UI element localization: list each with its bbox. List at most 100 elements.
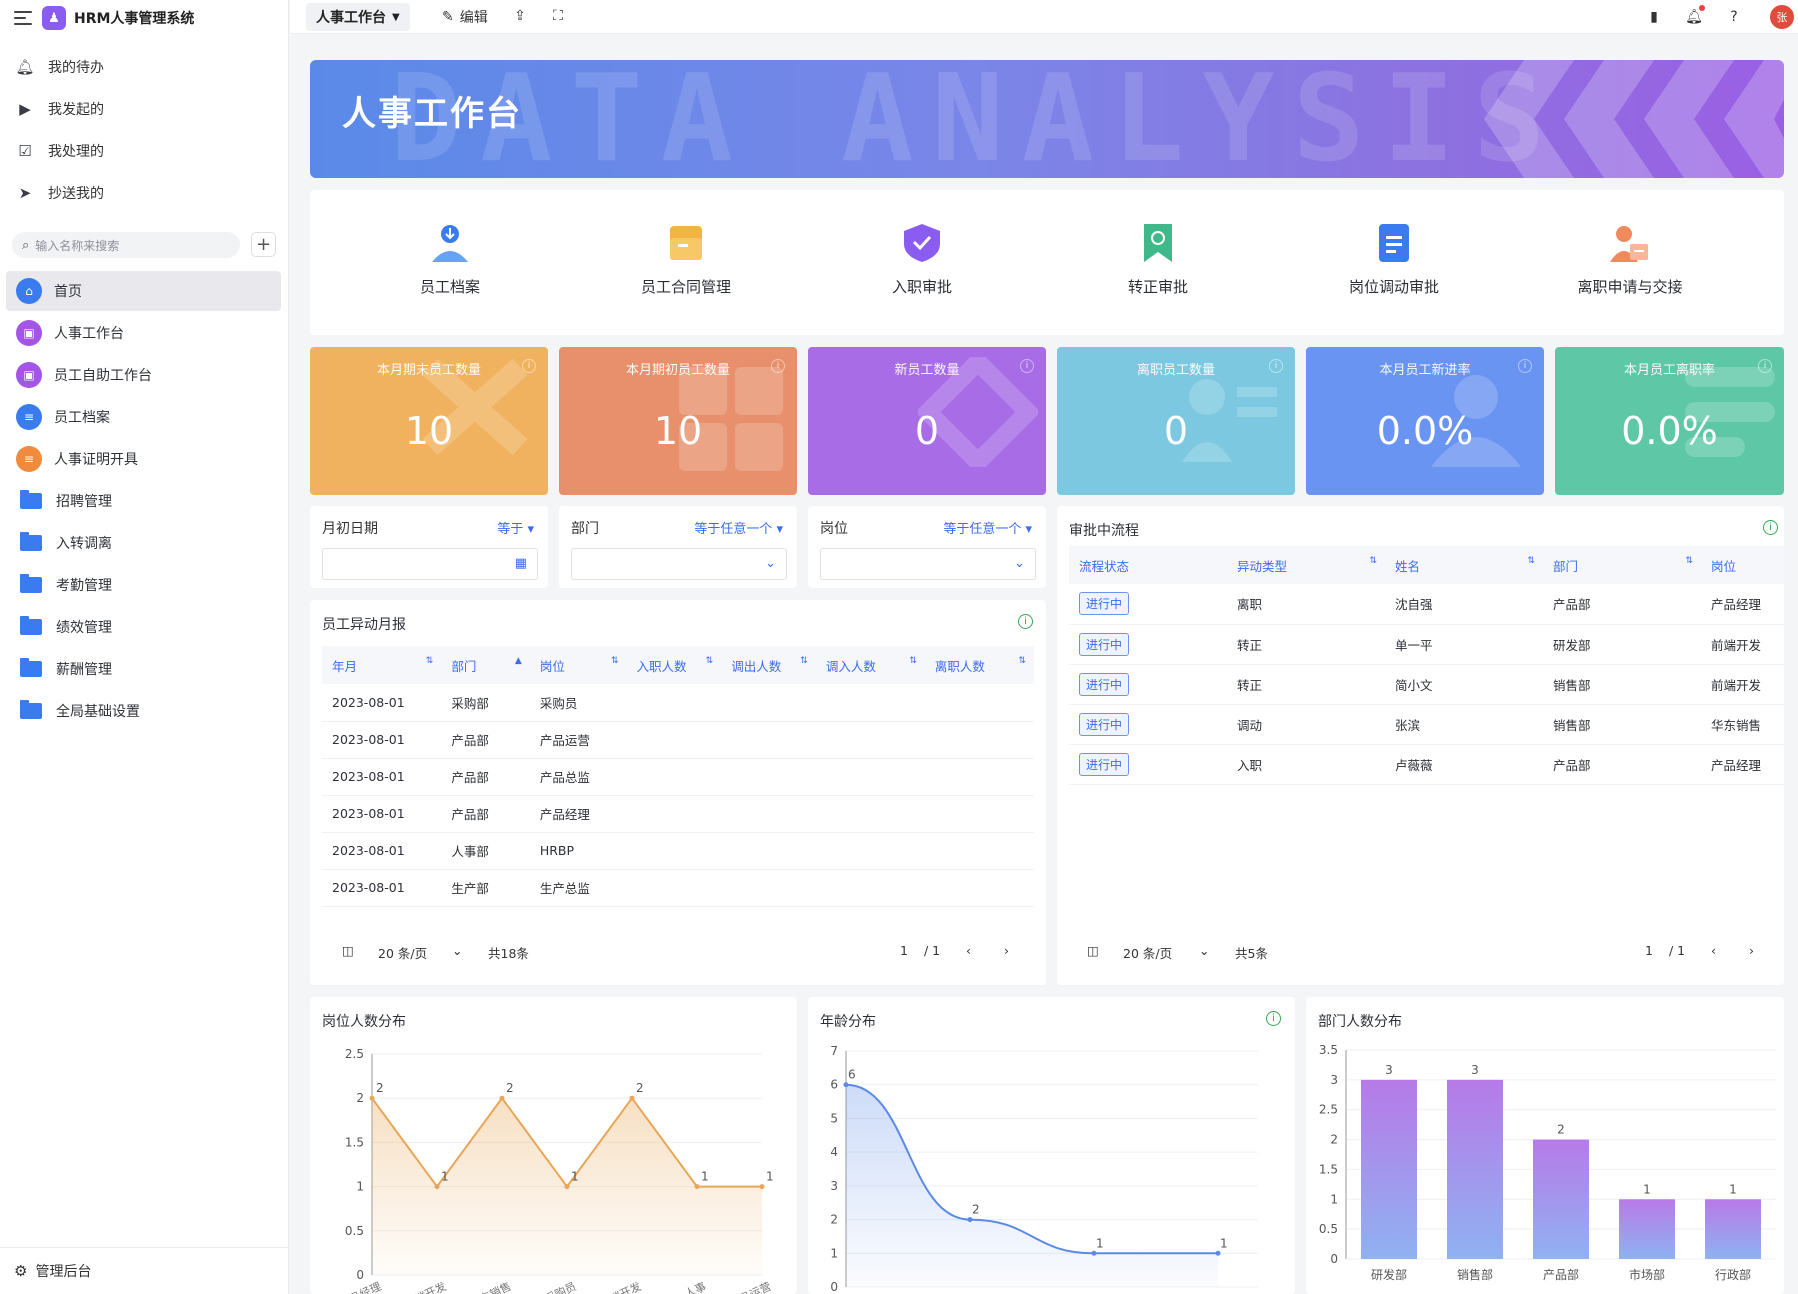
page-current[interactable]: 1	[1645, 943, 1653, 958]
filter-operator[interactable]: 等于任意一个 ▾	[694, 518, 783, 537]
column-header[interactable]: 调出人数 ⇅	[721, 646, 816, 684]
info-icon[interactable]: i	[1518, 359, 1532, 373]
share-icon[interactable]: ⇪	[510, 6, 530, 26]
todo-handled[interactable]: ☑ 我处理的	[16, 134, 104, 168]
column-header[interactable]: 入职人数 ⇅	[626, 646, 722, 684]
department-select[interactable]: ⌄	[571, 548, 787, 580]
page-size-select[interactable]: 20 条/页	[1123, 943, 1172, 962]
table-row[interactable]: 2023-08-01 产品部 产品经理	[322, 795, 1034, 833]
page-current[interactable]: 1	[900, 943, 908, 958]
y-tick-label: 1.5	[345, 1135, 364, 1149]
info-icon[interactable]: i	[771, 359, 785, 373]
book-icon[interactable]: ▮	[1644, 7, 1664, 27]
info-icon[interactable]: i	[1020, 359, 1034, 373]
quick-employee-files[interactable]: 员工档案	[375, 222, 525, 297]
columns-toggle-icon[interactable]: ◫	[342, 943, 354, 958]
admin-link[interactable]: ⚙ 管理后台	[0, 1247, 289, 1294]
info-icon[interactable]: i	[1269, 359, 1283, 373]
folder-icon	[20, 616, 42, 635]
page-size-select[interactable]: 20 条/页	[378, 943, 427, 962]
nav-item-recruit[interactable]: 招聘管理	[6, 481, 281, 521]
prev-page-icon[interactable]: ‹	[1711, 943, 1716, 958]
table-row[interactable]: 2023-08-01 产品部 产品总监	[322, 758, 1034, 796]
todo-mine[interactable]: 🔔︎ 我的待办	[15, 50, 104, 84]
monthly-report-panel: 员工异动月报 i 年月 ⇅ 部门 ▲ 岗位 ⇅ 入职人数 ⇅ 调出人数 ⇅ 调入人数 ⇅ 离…	[310, 600, 1046, 985]
info-icon[interactable]: i	[1758, 359, 1772, 373]
column-header[interactable]: 部门 ⇅	[1543, 546, 1701, 584]
column-header[interactable]: 岗位	[1701, 546, 1784, 584]
quick-regularization-approval[interactable]: 转正审批	[1083, 222, 1233, 297]
nav-item-performance[interactable]: 绩效管理	[6, 607, 281, 647]
column-header[interactable]: 年月 ⇅	[322, 646, 442, 684]
nav-item-salary[interactable]: 薪酬管理	[6, 649, 281, 689]
date-picker-input[interactable]: ▦	[322, 548, 538, 580]
column-header[interactable]: 岗位 ⇅	[529, 646, 627, 684]
nav-item-transfer[interactable]: 入转调离	[6, 523, 281, 563]
menu-toggle-icon[interactable]	[14, 11, 32, 25]
cell-position: 产品经理	[1701, 744, 1784, 785]
prev-page-icon[interactable]: ‹	[966, 943, 971, 958]
next-page-icon[interactable]: ›	[1749, 943, 1754, 958]
banner-background-text: DATA ANALYSIS	[390, 60, 1564, 178]
nav-item-hr-workbench[interactable]: ▣ 人事工作台	[6, 313, 281, 353]
quick-contracts[interactable]: 员工合同管理	[611, 222, 761, 297]
table-row[interactable]: 2023-08-01 生产部 生产总监	[322, 869, 1034, 907]
sort-icon: ⇅	[909, 655, 917, 666]
y-tick-label: 5	[830, 1111, 838, 1125]
y-tick-label: 2	[356, 1091, 364, 1105]
column-header[interactable]: 部门 ▲	[441, 646, 530, 684]
column-header[interactable]: 离职人数 ⇅	[924, 646, 1034, 684]
avatar[interactable]: 张	[1770, 5, 1794, 29]
nav-search-input[interactable]: ⌕ 输入名称来搜索	[12, 232, 240, 258]
data-label: 6	[848, 1068, 856, 1082]
next-page-icon[interactable]: ›	[1004, 943, 1009, 958]
nav-item-home[interactable]: ⌂ 首页	[6, 271, 281, 311]
quick-resignation[interactable]: 离职申请与交接	[1555, 222, 1705, 297]
columns-toggle-icon[interactable]: ◫	[1087, 943, 1099, 958]
page-selector[interactable]: 人事工作台 ▼	[306, 3, 410, 31]
todo-cc[interactable]: ➤ 抄送我的	[16, 176, 104, 210]
todo-initiated[interactable]: ▶ 我发起的	[16, 92, 104, 126]
nav-item-self-service[interactable]: ▣ 员工自助工作台	[6, 355, 281, 395]
filter-operator[interactable]: 等于任意一个 ▾	[943, 518, 1032, 537]
info-icon[interactable]: i	[522, 359, 536, 373]
nav-item-employee-files[interactable]: ≡ 员工档案	[6, 397, 281, 437]
quick-onboarding-approval[interactable]: 入职审批	[847, 222, 997, 297]
y-tick-label: 1	[356, 1180, 364, 1194]
table-row[interactable]: 进行中 离职 沈自强 产品部 产品经理	[1069, 584, 1784, 625]
table-row[interactable]: 2023-08-01 人事部 HRBP	[322, 832, 1034, 870]
data-label: 2	[1557, 1123, 1565, 1137]
nav-item-attendance[interactable]: 考勤管理	[6, 565, 281, 605]
sort-icon: ▲	[514, 655, 522, 666]
table-row[interactable]: 进行中 转正 单一平 研发部 前端开发	[1069, 624, 1784, 665]
data-label: 2	[636, 1081, 644, 1095]
nav-item-certificate[interactable]: ≡ 人事证明开具	[6, 439, 281, 479]
sort-icon: ⇅	[1685, 555, 1693, 566]
column-header[interactable]: 调入人数 ⇅	[815, 646, 925, 684]
help-icon[interactable]: ?	[1724, 7, 1744, 27]
chevron-down-icon[interactable]: ⌄	[452, 943, 462, 958]
chevron-down-icon[interactable]: ⌄	[1199, 943, 1209, 958]
y-tick-label: 4	[830, 1145, 838, 1159]
nav-item-settings[interactable]: 全局基础设置	[6, 691, 281, 731]
table-row[interactable]: 2023-08-01 产品部 产品运营	[322, 721, 1034, 759]
table-row[interactable]: 进行中 入职 卢薇薇 产品部 产品经理	[1069, 744, 1784, 785]
table-row[interactable]: 2023-08-01 采购部 采购员	[322, 684, 1034, 722]
info-icon[interactable]: i	[1763, 520, 1778, 535]
column-header[interactable]: 流程状态	[1069, 546, 1227, 584]
column-header[interactable]: 姓名 ⇅	[1385, 546, 1543, 584]
x-tick-label: 销售部	[1457, 1267, 1493, 1282]
chevron-down-icon: ▼	[392, 11, 400, 23]
quick-transfer-approval[interactable]: 岗位调动审批	[1319, 222, 1469, 297]
filter-operator[interactable]: 等于 ▾	[497, 518, 534, 537]
kpi-title: 新员工数量	[894, 363, 960, 378]
info-icon[interactable]: i	[1018, 614, 1033, 629]
nav-label: 招聘管理	[56, 494, 112, 510]
edit-button[interactable]: ✎ 编辑	[442, 6, 488, 28]
column-header[interactable]: 异动类型 ⇅	[1227, 546, 1385, 584]
fullscreen-icon[interactable]: ⛶	[548, 6, 568, 26]
position-select[interactable]: ⌄	[820, 548, 1036, 580]
add-button[interactable]: +	[251, 232, 276, 257]
table-row[interactable]: 进行中 调动 张滨 销售部 华东销售	[1069, 704, 1784, 745]
table-row[interactable]: 进行中 转正 简小文 销售部 前端开发	[1069, 664, 1784, 705]
